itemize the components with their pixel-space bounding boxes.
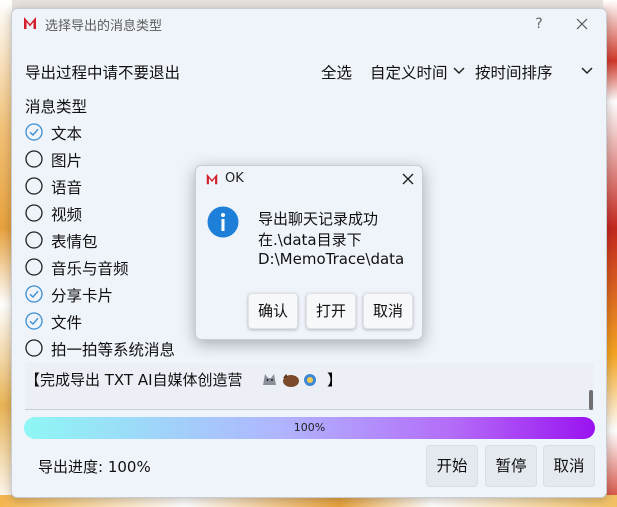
- unchecked-circle-icon[interactable]: [25, 258, 43, 276]
- close-icon: [576, 18, 588, 30]
- boar-emoji: [283, 374, 299, 387]
- blowfish-emoji: [304, 374, 316, 386]
- message-box-title: OK: [225, 171, 244, 186]
- confirm-button[interactable]: 确认: [248, 293, 298, 329]
- help-button[interactable]: ?: [528, 13, 550, 35]
- message-type-label-text: 拍一拍等系统消息: [51, 341, 176, 359]
- unchecked-circle-icon[interactable]: [25, 204, 43, 222]
- open-folder-button[interactable]: 打开: [306, 293, 356, 329]
- message-type-label-text: 分享卡片: [51, 287, 114, 305]
- select-all-button[interactable]: 全选: [321, 61, 352, 83]
- checked-circle-icon[interactable]: [25, 285, 43, 303]
- sort-by-time-dropdown[interactable]: 按时间排序: [475, 61, 553, 83]
- checked-circle-icon[interactable]: [25, 123, 43, 141]
- export-status-text: 导出进度: 100%: [38, 458, 151, 476]
- message-type-label-text: 图片: [51, 152, 83, 170]
- app-logo-icon: [206, 173, 218, 185]
- pause-button[interactable]: 暂停: [485, 445, 537, 487]
- message-type-label-text: 语音: [51, 179, 83, 197]
- export-log-box[interactable]: 【完成导出 TXT AI自媒体创造营 】: [25, 363, 594, 410]
- export-success-message-box: OK 导出聊天记录成功 在.\data目录下 D:\MemoTrace\data…: [195, 165, 423, 340]
- unchecked-circle-icon[interactable]: [25, 231, 43, 249]
- message-type-label-text: 文本: [51, 125, 83, 143]
- unchecked-circle-icon[interactable]: [25, 150, 43, 168]
- message-type-label-text: 音乐与音频: [51, 260, 129, 278]
- log-emoji-group: 】: [261, 370, 342, 392]
- close-icon[interactable]: [399, 170, 417, 188]
- checked-circle-icon[interactable]: [25, 312, 43, 330]
- message-line-3: D:\MemoTrace\data: [258, 250, 405, 268]
- export-progress-bar: 100%: [24, 417, 595, 439]
- message-type-label-text: 表情包: [51, 233, 98, 251]
- window-close-button[interactable]: [571, 13, 593, 35]
- progress-label: 100%: [293, 421, 326, 434]
- log-close-bracket: 】: [327, 371, 343, 389]
- window-title: 选择导出的消息类型: [45, 19, 163, 34]
- chevron-down-icon[interactable]: [452, 66, 466, 76]
- app-logo-icon: [24, 17, 36, 29]
- export-notice: 导出过程中请不要退出: [25, 64, 181, 82]
- message-type-label-text: 文件: [51, 314, 83, 332]
- chevron-down-icon[interactable]: [580, 66, 594, 76]
- start-button[interactable]: 开始: [426, 445, 478, 487]
- unchecked-circle-icon[interactable]: [25, 339, 43, 357]
- message-type-label-text: 视频: [51, 206, 83, 224]
- cancel-button[interactable]: 取消: [543, 445, 595, 487]
- message-type-label: 消息类型: [25, 98, 88, 116]
- custom-time-dropdown[interactable]: 自定义时间: [370, 61, 448, 83]
- dialog-cancel-button[interactable]: 取消: [363, 293, 413, 329]
- info-icon: [207, 206, 239, 238]
- title-bar[interactable]: 选择导出的消息类型 ?: [12, 9, 606, 39]
- log-scrollbar-thumb[interactable]: [589, 390, 593, 410]
- wolf-emoji: [263, 374, 276, 385]
- message-line-1: 导出聊天记录成功: [258, 210, 379, 228]
- unchecked-circle-icon[interactable]: [25, 177, 43, 195]
- message-line-2: 在.\data目录下: [258, 231, 362, 249]
- log-text: 【完成导出 TXT AI自媒体创造营: [25, 371, 243, 389]
